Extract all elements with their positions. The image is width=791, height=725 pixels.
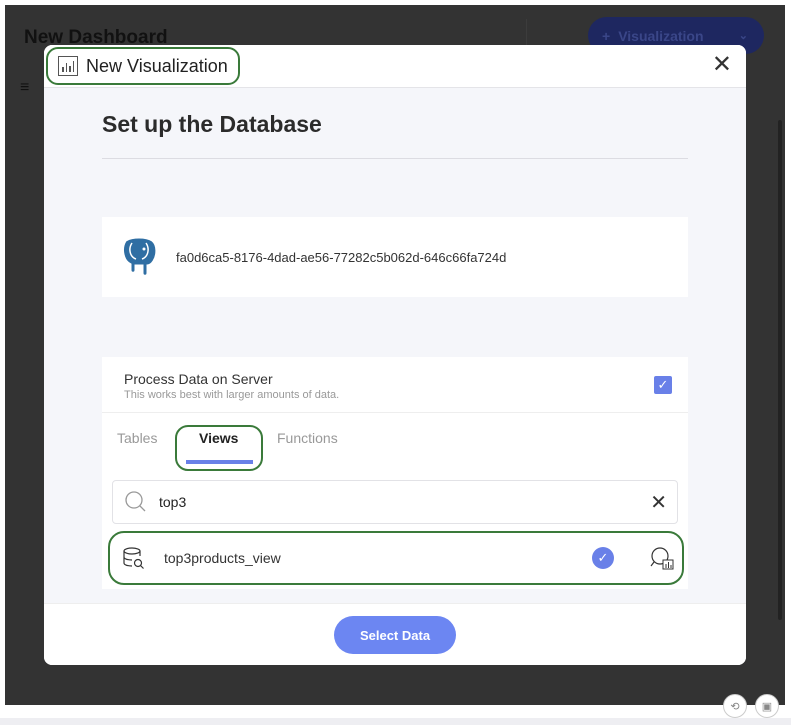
- menu-icon[interactable]: ≡: [20, 80, 36, 96]
- tab-bar: Tables Views Functions: [102, 413, 688, 471]
- scrollbar[interactable]: [778, 120, 782, 620]
- chevron-down-icon: ⌄: [738, 30, 748, 42]
- connection-id: fa0d6ca5-8176-4dad-ae56-77282c5b062d-646…: [176, 249, 507, 265]
- data-source-panel: Process Data on Server This works best w…: [102, 357, 688, 589]
- plus-icon: +: [602, 27, 611, 44]
- process-on-server-checkbox[interactable]: ✓: [654, 376, 672, 394]
- list-item[interactable]: top3products_view ✓: [108, 531, 684, 585]
- clear-search-icon[interactable]: ✕: [650, 490, 667, 515]
- tab-views[interactable]: Views: [199, 430, 238, 446]
- search-icon: [125, 491, 146, 512]
- connection-card: fa0d6ca5-8176-4dad-ae56-77282c5b062d-646…: [102, 217, 688, 297]
- add-visualization-label: Visualization: [618, 27, 704, 44]
- tab-functions[interactable]: Functions: [277, 430, 338, 446]
- dialog-title-text: New Visualization: [86, 55, 228, 76]
- selected-check-icon[interactable]: ✓: [592, 547, 614, 569]
- search-input[interactable]: [159, 494, 619, 510]
- database-view-icon: [123, 547, 144, 569]
- search-box: ✕: [112, 480, 678, 524]
- bar-chart-icon: [58, 56, 78, 76]
- postgresql-elephant-icon: [123, 237, 157, 276]
- dialog-title: New Visualization: [46, 47, 240, 85]
- page-title: Set up the Database: [102, 111, 322, 137]
- refresh-icon[interactable]: ⟲: [723, 694, 747, 718]
- divider: [102, 158, 688, 159]
- picture-in-picture-icon[interactable]: ▣: [755, 694, 779, 718]
- preview-data-icon[interactable]: [650, 546, 674, 570]
- select-data-button[interactable]: Select Data: [334, 616, 456, 654]
- process-on-server-hint: This works best with larger amounts of d…: [124, 389, 340, 401]
- bottom-bar: [0, 718, 791, 725]
- active-tab-indicator: [186, 460, 253, 464]
- tab-tables[interactable]: Tables: [117, 430, 157, 446]
- process-on-server-label: Process Data on Server: [124, 371, 273, 387]
- view-name: top3products_view: [164, 550, 281, 566]
- new-visualization-dialog: New Visualization ✕ Set up the Database …: [44, 45, 746, 665]
- close-icon[interactable]: ✕: [712, 53, 732, 77]
